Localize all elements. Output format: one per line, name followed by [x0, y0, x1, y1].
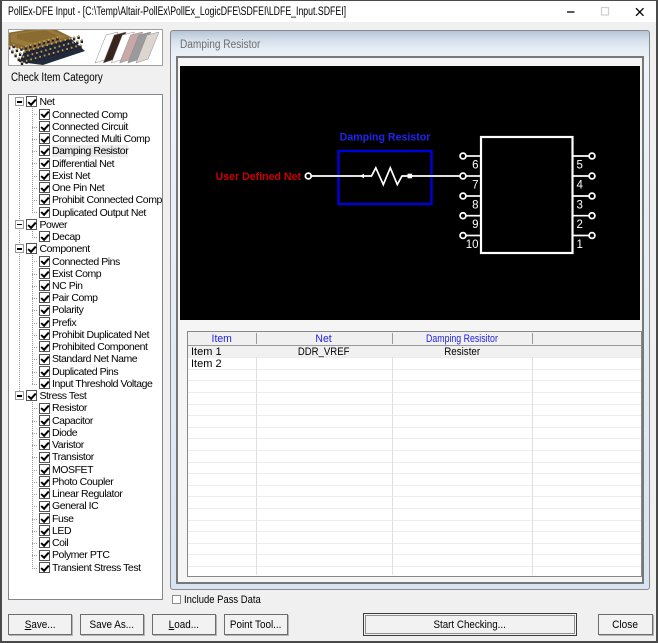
- svg-text:User Defined Net: User Defined Net: [216, 171, 302, 183]
- svg-text:5: 5: [577, 160, 583, 172]
- svg-text:7: 7: [472, 180, 478, 192]
- svg-text:2: 2: [577, 219, 583, 231]
- svg-text:10: 10: [466, 239, 479, 251]
- svg-text:9: 9: [472, 219, 478, 231]
- svg-text:8: 8: [472, 200, 478, 212]
- svg-text:3: 3: [577, 200, 583, 212]
- svg-text:Damping Resistor: Damping Resistor: [340, 132, 431, 144]
- svg-text:4: 4: [577, 180, 584, 192]
- svg-text:6: 6: [472, 160, 478, 172]
- svg-text:1: 1: [577, 239, 583, 251]
